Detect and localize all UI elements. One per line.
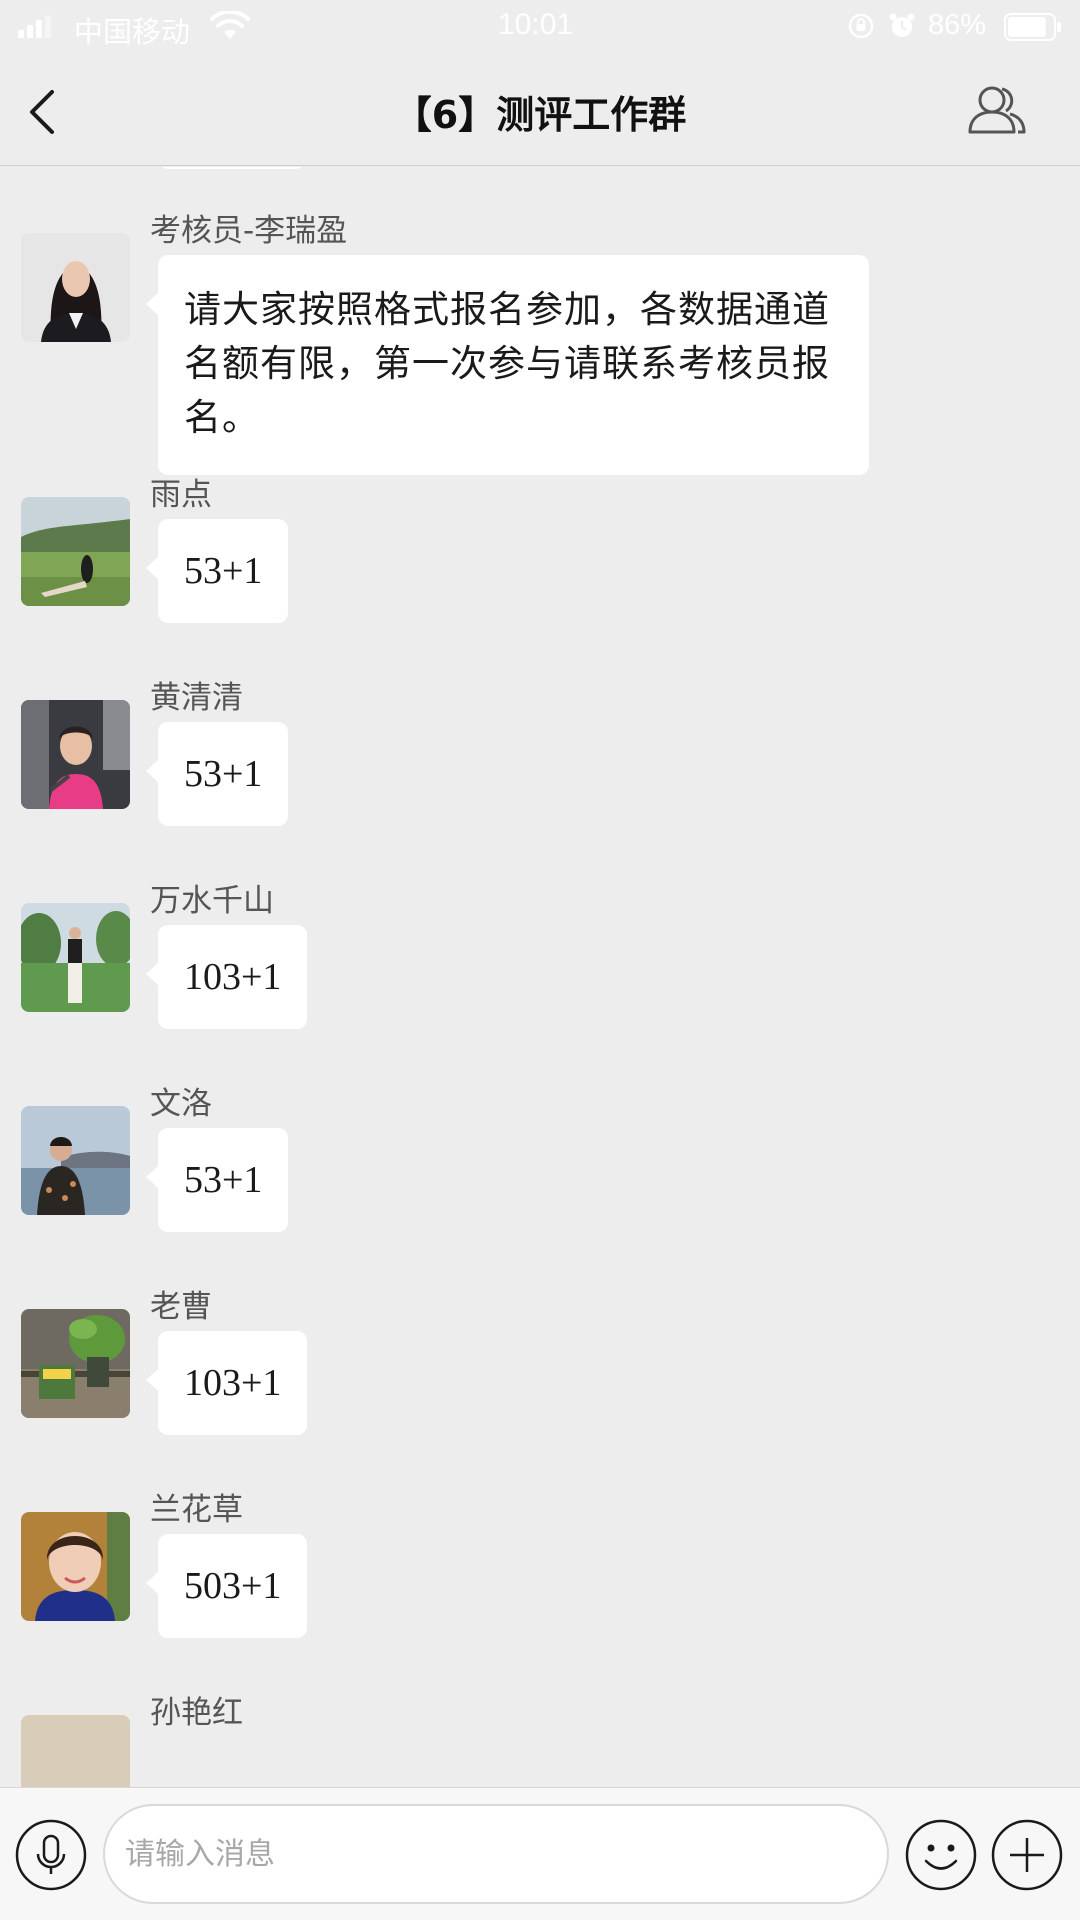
battery-icon — [1004, 13, 1061, 41]
navigation-bar: 【6】测评工作群 — [0, 54, 1080, 166]
wifi-icon — [210, 11, 250, 39]
avatar[interactable] — [21, 1309, 130, 1418]
carrier-name: 中国移动 — [74, 17, 191, 49]
message-bubble[interactable]: 53+1 — [145, 722, 289, 826]
sender-name: 兰花草 — [150, 1492, 243, 1528]
group-members-icon[interactable] — [966, 80, 1028, 136]
message-bubble[interactable]: 503+1 — [145, 1534, 308, 1638]
alarm-icon — [889, 13, 915, 37]
sender-name: 黄清清 — [150, 680, 243, 716]
sender-name: 孙艳红 — [150, 1695, 243, 1731]
message-bubble[interactable]: 103+1 — [145, 1331, 308, 1435]
signal-icon — [18, 15, 51, 38]
message-bubble[interactable]: 53+1 — [145, 519, 289, 623]
avatar[interactable] — [21, 1106, 130, 1215]
sender-name: 老曹 — [150, 1289, 212, 1325]
avatar[interactable] — [21, 233, 130, 342]
message-bubble[interactable]: 请大家按照格式报名参加，各数据通道名额有限，第一次参与请联系考核员报名。 — [146, 255, 869, 475]
rotation-lock-icon — [848, 13, 874, 39]
input-bar — [0, 1787, 1080, 1920]
clock: 10:01 — [498, 8, 574, 41]
avatar[interactable] — [21, 1715, 130, 1787]
message-input[interactable] — [103, 1804, 889, 1904]
sender-name: 万水千山 — [150, 883, 274, 919]
status-bar: 中国移动 10:01 86% — [0, 0, 1080, 54]
avatar[interactable] — [21, 700, 130, 809]
previous-message-bubble — [160, 167, 304, 169]
sender-name: 雨点 — [150, 477, 212, 513]
message-bubble[interactable]: 53+1 — [145, 1128, 289, 1232]
microphone-icon[interactable] — [14, 1818, 88, 1892]
emoji-icon[interactable] — [904, 1818, 978, 1892]
avatar[interactable] — [21, 497, 130, 606]
sender-name: 考核员-李瑞盈 — [150, 213, 348, 249]
chat-title: 【6】测评工作群 — [393, 93, 687, 137]
plus-icon[interactable] — [990, 1818, 1064, 1892]
sender-name: 文洛 — [150, 1086, 212, 1122]
avatar[interactable] — [21, 1512, 130, 1621]
message-bubble[interactable]: 103+1 — [145, 925, 308, 1029]
battery-percentage: 86% — [928, 9, 987, 41]
message-list[interactable]: 考核员-李瑞盈 请大家按照格式报名参加，各数据通道名额有限，第一次参与请联系考核… — [0, 167, 1080, 1787]
avatar[interactable] — [21, 903, 130, 1012]
